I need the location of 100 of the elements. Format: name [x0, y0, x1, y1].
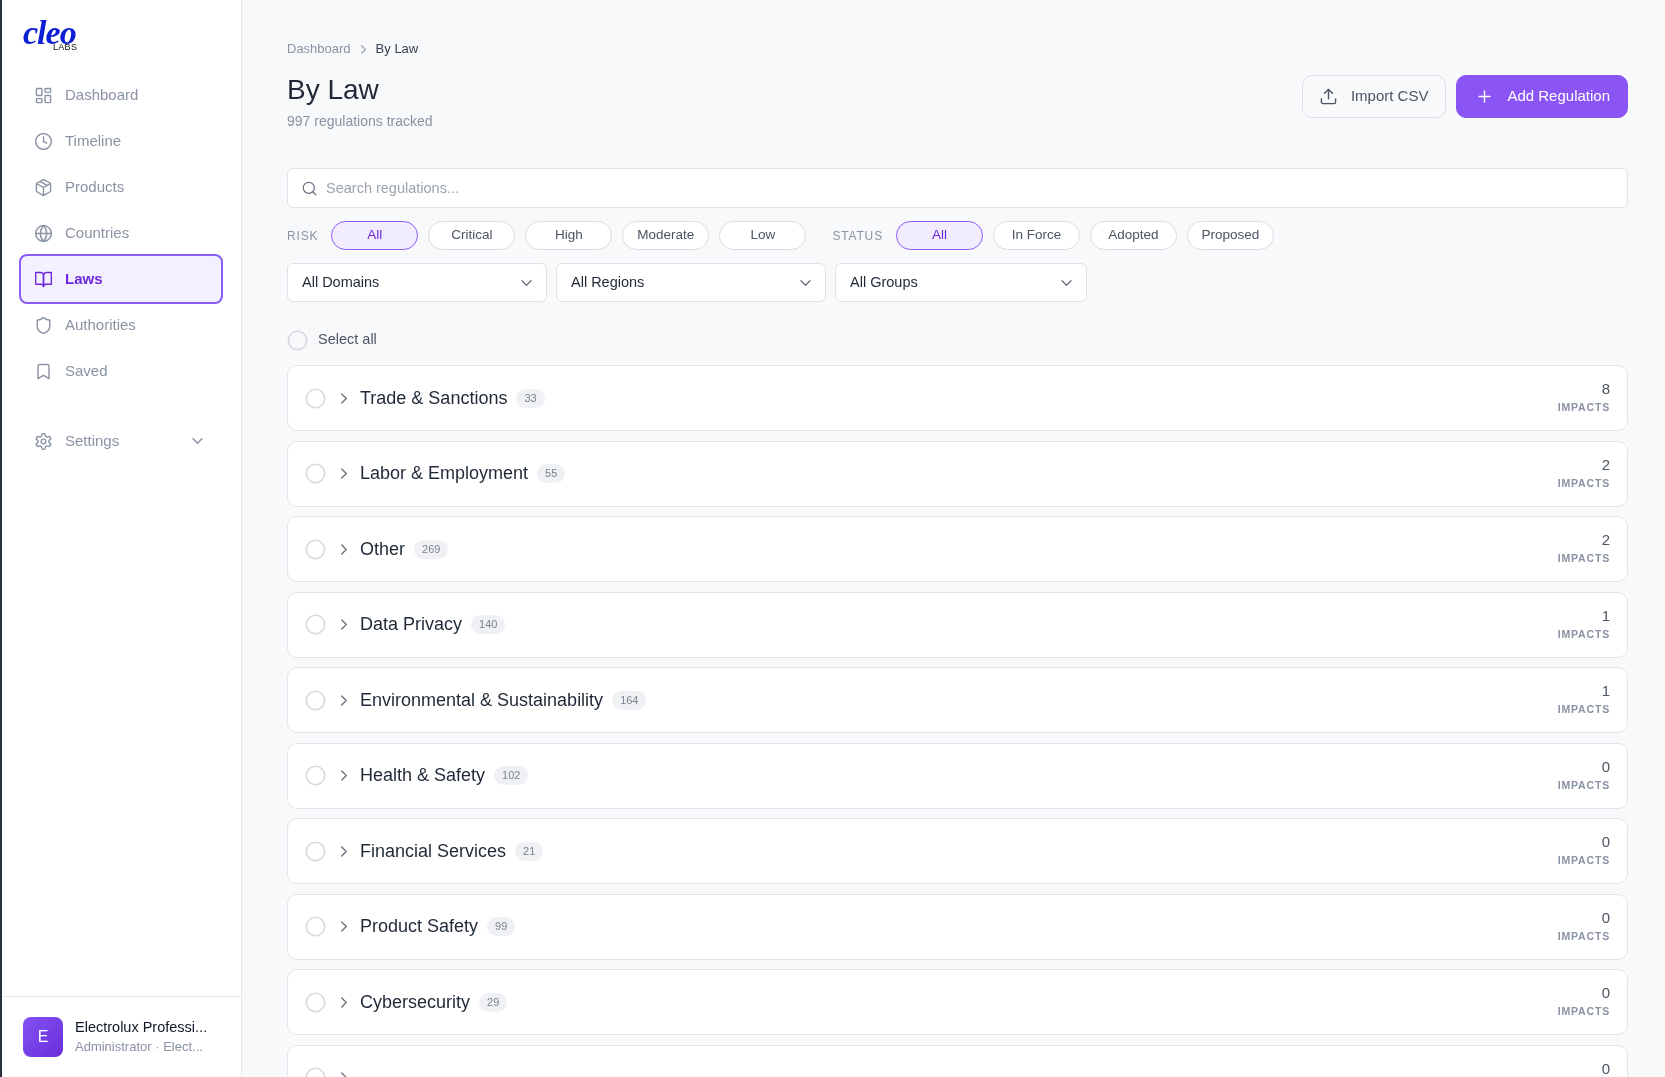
- impacts-count: 1: [1601, 683, 1610, 698]
- bookmark-icon: [35, 362, 52, 380]
- import-button[interactable]: Import CSV: [1301, 75, 1447, 118]
- chevron-down-icon[interactable]: [192, 438, 203, 444]
- logo-wordmark: cleo: [23, 20, 76, 45]
- settings-icon: [35, 432, 52, 450]
- chevron-right-icon[interactable]: [341, 845, 347, 857]
- group-row[interactable]: Labor & Employment 55 2 IMPACTS: [287, 440, 1628, 507]
- impacts-label: IMPACTS: [1557, 400, 1610, 414]
- chevron-right-icon[interactable]: [341, 619, 347, 630]
- count-badge: 21: [515, 841, 544, 861]
- chevron-right-icon[interactable]: [341, 921, 347, 932]
- impacts-label: IMPACTS: [1557, 777, 1610, 792]
- page-title: By Law: [287, 73, 380, 107]
- group-row[interactable]: 0: [287, 1044, 1628, 1077]
- group-row[interactable]: Product Safety 99 0 IMPACTS: [287, 893, 1628, 960]
- group-row[interactable]: Other 269 2 IMPACTS: [287, 516, 1628, 582]
- impacts-count: 2: [1601, 532, 1610, 547]
- group-name: Health & Safety: [360, 764, 486, 787]
- filter-chip[interactable]: All: [896, 221, 983, 250]
- shield-icon: [35, 316, 52, 334]
- select-all-label: Select all: [318, 330, 377, 350]
- filter-chip[interactable]: All: [331, 221, 419, 250]
- chevron-right-icon: [360, 44, 366, 54]
- add-button[interactable]: Add Regulation: [1456, 75, 1628, 118]
- count-badge: 102: [494, 766, 529, 785]
- filter-label: RISK: [287, 227, 319, 245]
- impacts-label: IMPACTS: [1557, 928, 1610, 943]
- upload-icon: [1319, 88, 1337, 105]
- impacts-count: 0: [1601, 909, 1610, 925]
- chevron-right-icon[interactable]: [341, 770, 347, 781]
- row-checkbox[interactable]: [305, 387, 326, 409]
- filter-chip[interactable]: Adopted: [1090, 221, 1177, 250]
- filter-chip[interactable]: High: [525, 221, 613, 250]
- sidebar-item[interactable]: Laws: [19, 254, 223, 304]
- group-row[interactable]: Trade & Sanctions 33 8 IMPACTS: [287, 365, 1628, 431]
- group-name: Cybersecurity: [360, 990, 471, 1014]
- user-name: Electrolux Professi...: [75, 1018, 208, 1037]
- chevron-right-icon[interactable]: [341, 694, 347, 706]
- count-badge: 140: [471, 615, 506, 634]
- search-field[interactable]: Search regulations...: [287, 168, 1628, 208]
- row-checkbox[interactable]: [305, 991, 326, 1013]
- group-name: Environmental & Sustainability: [360, 688, 604, 712]
- filter-chip[interactable]: Critical: [428, 221, 516, 250]
- filter-dropdown[interactable]: All Groups: [835, 263, 1087, 302]
- impacts-label: IMPACTS: [1557, 475, 1610, 490]
- chevron-down-icon: [521, 279, 532, 286]
- impacts-count: 8: [1601, 381, 1610, 396]
- chevron-down-icon: [800, 279, 811, 286]
- grid-icon: [35, 86, 52, 104]
- chevron-right-icon[interactable]: [341, 392, 347, 404]
- filter-dropdown[interactable]: All Regions: [556, 263, 826, 302]
- filter-dropdown[interactable]: All Domains: [287, 263, 547, 302]
- group-name: Financial Services: [360, 839, 507, 863]
- filter-label: STATUS: [832, 227, 883, 245]
- impacts-label: IMPACTS: [1557, 853, 1610, 867]
- clock-icon: [35, 132, 52, 150]
- count-badge: 99: [487, 917, 516, 936]
- page-subtitle: 997 regulations tracked: [287, 112, 433, 131]
- avatar: E: [23, 1017, 63, 1057]
- impacts-label: IMPACTS: [1557, 702, 1610, 716]
- row-checkbox[interactable]: [305, 463, 326, 484]
- filter-chip[interactable]: Moderate: [622, 221, 710, 250]
- impacts-count: 0: [1601, 834, 1610, 849]
- row-checkbox[interactable]: [305, 689, 326, 711]
- filter-chip[interactable]: In Force: [993, 221, 1080, 250]
- group-row[interactable]: Health & Safety 102 0 IMPACTS: [287, 742, 1628, 809]
- group-name: Trade & Sanctions: [360, 386, 508, 410]
- row-checkbox[interactable]: [305, 538, 326, 560]
- row-checkbox[interactable]: [305, 840, 326, 862]
- filter-chip[interactable]: Proposed: [1187, 221, 1274, 250]
- impacts-label: IMPACTS: [1557, 626, 1610, 641]
- group-row[interactable]: Cybersecurity 29 0 IMPACTS: [287, 969, 1628, 1035]
- filter-chip[interactable]: Low: [719, 221, 807, 250]
- impacts-count: 0: [1601, 985, 1610, 1000]
- count-badge: 164: [612, 690, 647, 710]
- impacts-label: IMPACTS: [1557, 1004, 1610, 1018]
- row-checkbox[interactable]: [305, 614, 326, 635]
- group-row[interactable]: Data Privacy 140 1 IMPACTS: [287, 591, 1628, 658]
- impacts-label: IMPACTS: [1557, 551, 1610, 565]
- group-row[interactable]: Environmental & Sustainability 164 1 IMPACTS: [287, 667, 1628, 733]
- search-icon: [302, 180, 317, 196]
- count-badge: 55: [537, 464, 566, 483]
- chevron-right-icon[interactable]: [341, 543, 347, 555]
- breadcrumb-current: By Law: [375, 40, 419, 58]
- group-name: Product Safety: [360, 915, 479, 938]
- chevron-right-icon[interactable]: [341, 468, 347, 479]
- impacts-count: 1: [1601, 607, 1610, 623]
- box-icon: [35, 178, 52, 196]
- user-role: Administrator · Elect...: [75, 1038, 204, 1056]
- group-row[interactable]: Financial Services 21 0 IMPACTS: [287, 818, 1628, 884]
- group-name: Other: [360, 537, 406, 561]
- select-all-checkbox[interactable]: [287, 329, 308, 351]
- chevron-down-icon: [1061, 279, 1072, 286]
- row-checkbox[interactable]: [305, 916, 326, 937]
- row-checkbox[interactable]: [305, 765, 326, 786]
- count-badge: 269: [414, 539, 449, 559]
- chevron-right-icon[interactable]: [341, 996, 347, 1008]
- logo-subtitle: LABS: [53, 43, 78, 52]
- group-name: Labor & Employment: [360, 462, 529, 485]
